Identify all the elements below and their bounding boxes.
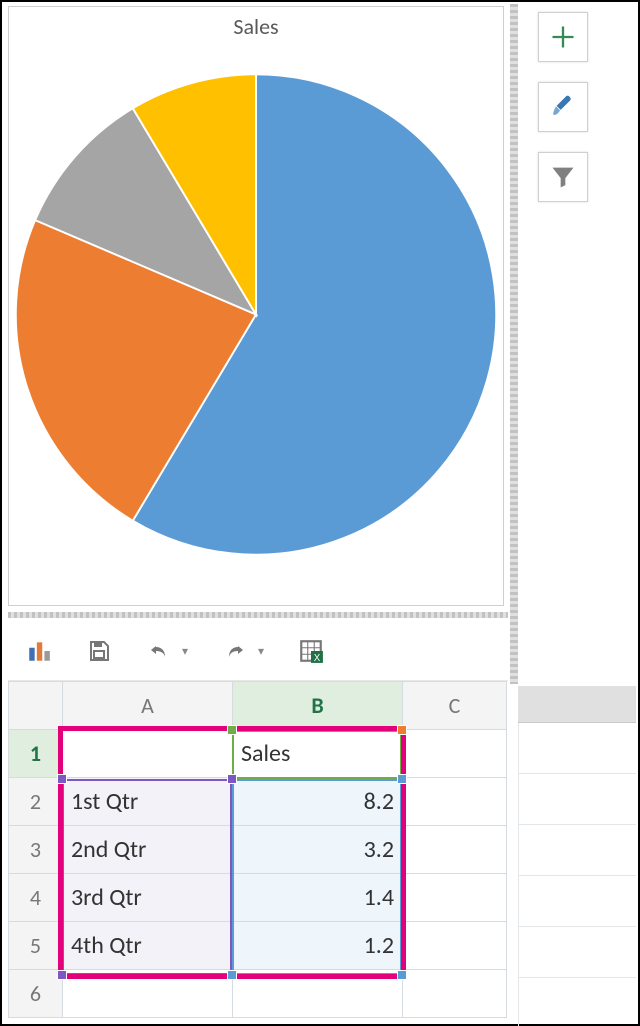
- excel-sheet-icon: X: [298, 638, 324, 664]
- cell[interactable]: [403, 826, 507, 874]
- table-row: 43rd Qtr1.4: [9, 874, 507, 922]
- undo-dropdown[interactable]: ▾: [182, 644, 192, 659]
- col-header-B[interactable]: B: [233, 682, 403, 730]
- cell[interactable]: 3rd Qtr: [63, 874, 233, 922]
- worksheet-right-peek: [518, 686, 636, 1016]
- cell[interactable]: 1.4: [233, 874, 403, 922]
- funnel-icon: [549, 163, 577, 191]
- chart-type-icon: [26, 638, 52, 664]
- row-header[interactable]: 4: [9, 874, 63, 922]
- chart-title[interactable]: Sales: [9, 13, 503, 40]
- cell[interactable]: [403, 922, 507, 970]
- save-icon: [87, 639, 111, 663]
- svg-text:X: X: [314, 653, 321, 664]
- cell[interactable]: [403, 730, 507, 778]
- table-row: 6: [9, 970, 507, 1018]
- data-grid[interactable]: A B C 1Sales21st Qtr8.232nd Qtr3.243rd Q…: [8, 681, 507, 1018]
- horizontal-splitter[interactable]: [8, 612, 508, 618]
- cell[interactable]: [403, 778, 507, 826]
- row-header[interactable]: 3: [9, 826, 63, 874]
- cell[interactable]: [403, 874, 507, 922]
- table-row: 1 Sales: [9, 730, 507, 778]
- row-header[interactable]: 6: [9, 970, 63, 1018]
- cell[interactable]: 4th Qtr: [63, 922, 233, 970]
- datasheet-panel: ▾ ▾ X: [8, 622, 508, 1022]
- plus-icon: [549, 23, 577, 51]
- table-row: 54th Qtr1.2: [9, 922, 507, 970]
- table-row: 32nd Qtr3.2: [9, 826, 507, 874]
- row-header[interactable]: 2: [9, 778, 63, 826]
- cell[interactable]: [403, 970, 507, 1018]
- cell[interactable]: 2nd Qtr: [63, 826, 233, 874]
- cell[interactable]: [233, 970, 403, 1018]
- save-button[interactable]: [82, 634, 116, 668]
- table-row: 21st Qtr8.2: [9, 778, 507, 826]
- chart-area[interactable]: Sales: [8, 6, 504, 606]
- cell[interactable]: Sales: [233, 730, 403, 778]
- col-header-A[interactable]: A: [63, 682, 233, 730]
- cell[interactable]: 8.2: [233, 778, 403, 826]
- cell[interactable]: [63, 970, 233, 1018]
- cell[interactable]: 3.2: [233, 826, 403, 874]
- redo-dropdown[interactable]: ▾: [258, 644, 268, 659]
- chart-type-button[interactable]: [22, 634, 56, 668]
- pie-chart[interactable]: [11, 70, 501, 565]
- undo-button[interactable]: [142, 634, 176, 668]
- col-header-C[interactable]: C: [403, 682, 507, 730]
- select-all-corner[interactable]: [9, 682, 63, 730]
- cell[interactable]: 1st Qtr: [63, 778, 233, 826]
- row-header[interactable]: 1: [9, 730, 63, 778]
- undo-icon: [147, 639, 171, 663]
- cell[interactable]: [63, 730, 233, 778]
- cell[interactable]: 1.2: [233, 922, 403, 970]
- chart-elements-button[interactable]: [538, 12, 588, 62]
- redo-button[interactable]: [218, 634, 252, 668]
- edit-in-excel-button[interactable]: X: [294, 634, 328, 668]
- redo-icon: [223, 639, 247, 663]
- chart-styles-button[interactable]: [538, 82, 588, 132]
- vertical-splitter[interactable]: [510, 4, 518, 684]
- paintbrush-icon: [549, 93, 577, 121]
- row-header[interactable]: 5: [9, 922, 63, 970]
- quick-access-toolbar: ▾ ▾ X: [8, 622, 508, 681]
- chart-filters-button[interactable]: [538, 152, 588, 202]
